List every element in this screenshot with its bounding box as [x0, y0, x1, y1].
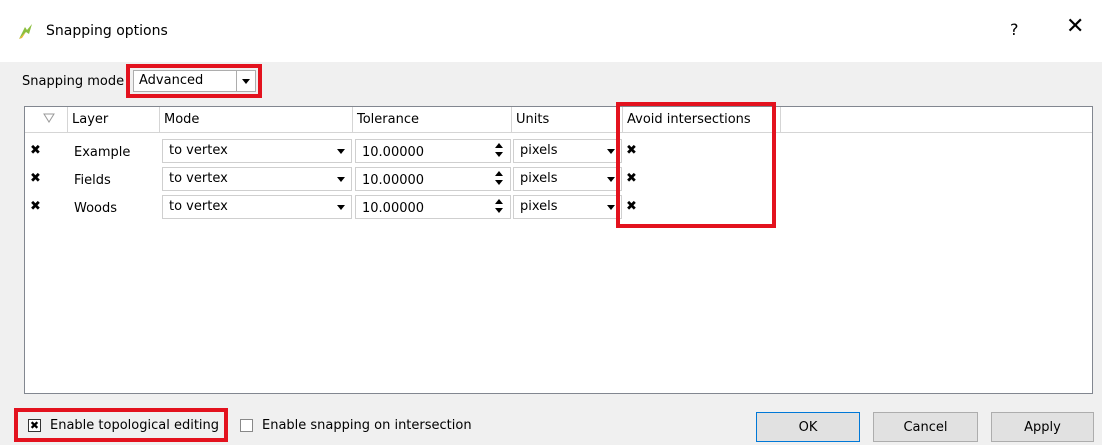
- highlight-topological-editing: [14, 408, 228, 442]
- layer-name: Woods: [74, 201, 118, 216]
- mode-combo[interactable]: to vertex: [162, 167, 352, 191]
- spin-down-icon[interactable]: [495, 152, 503, 157]
- tolerance-value: 10.00000: [362, 145, 425, 160]
- highlight-snapping-mode: [126, 64, 262, 98]
- units-combo[interactable]: pixels: [513, 167, 622, 191]
- chevron-down-icon: [337, 205, 345, 210]
- header-tolerance[interactable]: Tolerance: [353, 107, 512, 133]
- close-button[interactable]: ✕: [1066, 16, 1084, 38]
- apply-button[interactable]: Apply: [991, 412, 1094, 442]
- sort-indicator-icon: [43, 113, 55, 123]
- tolerance-value: 10.00000: [362, 201, 425, 216]
- ok-button[interactable]: OK: [756, 412, 860, 442]
- layer-enabled-checkbox[interactable]: ✖: [29, 144, 42, 157]
- mode-combo[interactable]: to vertex: [162, 195, 352, 219]
- title-bar: Snapping options ? ✕: [0, 0, 1102, 62]
- mode-combo[interactable]: to vertex: [162, 139, 352, 163]
- header-enabled[interactable]: [25, 107, 68, 133]
- spin-down-icon[interactable]: [495, 180, 503, 185]
- table-row: ✖ Woods to vertex 10.00000 pixels ✖: [25, 193, 1092, 221]
- chevron-down-icon: [337, 149, 345, 154]
- spin-up-icon[interactable]: [495, 171, 503, 176]
- window-title: Snapping options: [46, 23, 168, 39]
- layers-table[interactable]: Layer Mode Tolerance Units Avoid interse…: [24, 106, 1093, 394]
- mode-value: to vertex: [169, 143, 228, 158]
- units-value: pixels: [520, 199, 558, 214]
- units-value: pixels: [520, 143, 558, 158]
- units-combo[interactable]: pixels: [513, 195, 622, 219]
- spin-down-icon[interactable]: [495, 208, 503, 213]
- chevron-down-icon: [607, 205, 615, 210]
- chevron-down-icon: [607, 177, 615, 182]
- layer-enabled-checkbox[interactable]: ✖: [29, 172, 42, 185]
- help-button[interactable]: ?: [1010, 20, 1019, 39]
- tolerance-spinbox[interactable]: 10.00000: [355, 195, 511, 219]
- header-mode[interactable]: Mode: [160, 107, 353, 133]
- tolerance-spinbox[interactable]: 10.00000: [355, 139, 511, 163]
- header-layer[interactable]: Layer: [68, 107, 160, 133]
- header-units[interactable]: Units: [512, 107, 623, 133]
- snapping-on-intersection-checkbox[interactable]: [240, 419, 253, 432]
- cancel-button[interactable]: Cancel: [873, 412, 978, 442]
- table-row: ✖ Fields to vertex 10.00000 pixels ✖: [25, 165, 1092, 193]
- tolerance-value: 10.00000: [362, 173, 425, 188]
- tolerance-spinbox[interactable]: 10.00000: [355, 167, 511, 191]
- chevron-down-icon: [607, 149, 615, 154]
- snapping-mode-label: Snapping mode: [22, 74, 125, 89]
- layer-enabled-checkbox[interactable]: ✖: [29, 200, 42, 213]
- chevron-down-icon: [337, 177, 345, 182]
- snapping-on-intersection-label[interactable]: Enable snapping on intersection: [262, 418, 472, 433]
- table-row: ✖ Example to vertex 10.00000 pixels ✖: [25, 137, 1092, 165]
- spin-up-icon[interactable]: [495, 143, 503, 148]
- mode-value: to vertex: [169, 171, 228, 186]
- spin-up-icon[interactable]: [495, 199, 503, 204]
- units-value: pixels: [520, 171, 558, 186]
- mode-value: to vertex: [169, 199, 228, 214]
- highlight-avoid-intersections: [616, 102, 776, 228]
- header-filler: [781, 107, 1092, 133]
- units-combo[interactable]: pixels: [513, 139, 622, 163]
- table-header: Layer Mode Tolerance Units Avoid interse…: [25, 107, 1092, 133]
- qgis-logo-icon: [19, 24, 32, 39]
